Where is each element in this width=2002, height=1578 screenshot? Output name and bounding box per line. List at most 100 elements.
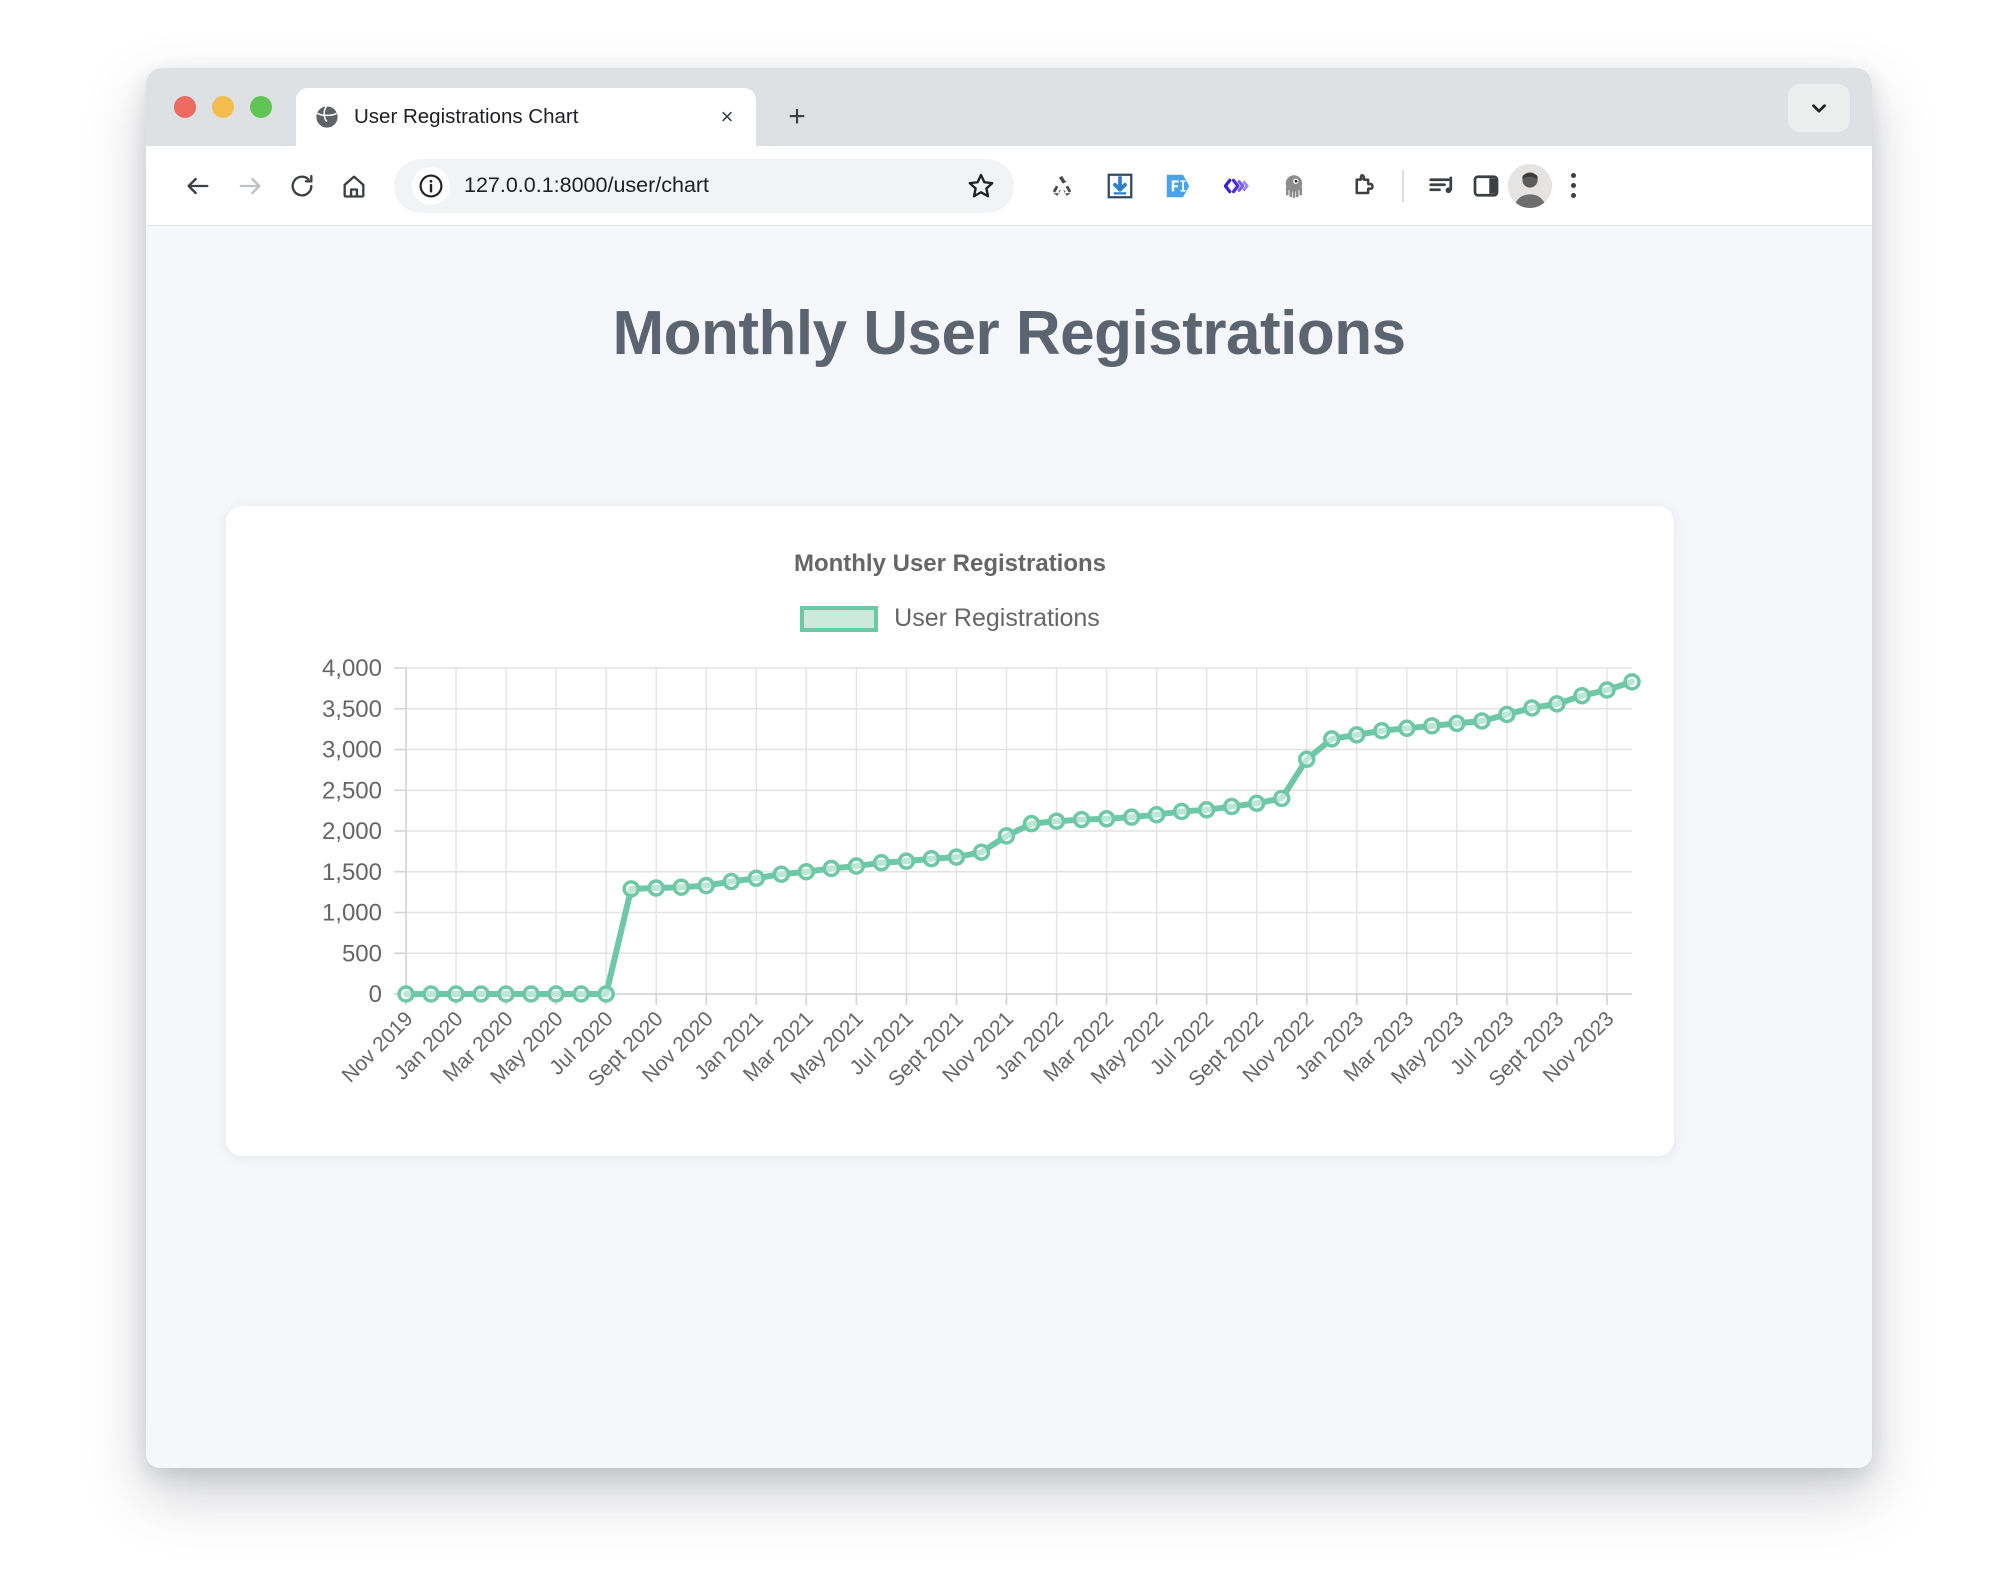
data-point[interactable]	[447, 985, 465, 1003]
data-point[interactable]	[622, 880, 640, 898]
back-arrow-icon[interactable]	[172, 160, 224, 212]
data-point[interactable]	[1297, 750, 1316, 769]
data-point[interactable]	[472, 985, 490, 1003]
data-point[interactable]	[997, 827, 1016, 845]
info-circle-icon[interactable]	[412, 166, 450, 205]
data-point[interactable]	[1623, 673, 1641, 691]
user-avatar[interactable]	[1508, 163, 1552, 208]
tab-strip: User Registrations Chart × +	[146, 68, 1872, 146]
data-point[interactable]	[697, 876, 715, 895]
y-tick-label: 3,000	[322, 737, 382, 764]
data-point[interactable]	[422, 985, 440, 1003]
data-point[interactable]	[1598, 681, 1616, 699]
page-content: Monthly User Registrations Monthly User …	[146, 226, 1872, 1468]
data-point[interactable]	[1498, 705, 1516, 724]
data-point[interactable]	[1047, 812, 1066, 830]
data-point[interactable]	[597, 985, 615, 1003]
y-tick-label: 1,000	[322, 900, 382, 927]
data-point[interactable]	[572, 985, 590, 1003]
browser-window: User Registrations Chart × + 127.0.0.1:8…	[146, 68, 1872, 1468]
data-point[interactable]	[397, 985, 415, 1003]
extension-icons	[1040, 164, 1316, 208]
data-point[interactable]	[647, 879, 665, 897]
y-tick-label: 0	[369, 981, 382, 1008]
y-tick-label: 2,500	[322, 777, 382, 804]
data-points	[397, 673, 1641, 1003]
chart-legend[interactable]: User Registrations	[226, 604, 1674, 633]
data-point[interactable]	[772, 865, 791, 883]
data-point[interactable]	[1323, 730, 1341, 748]
code-chevrons-icon[interactable]	[1214, 164, 1258, 208]
data-point[interactable]	[1373, 722, 1391, 740]
home-icon[interactable]	[328, 160, 380, 212]
octopus-icon[interactable]	[1272, 164, 1316, 208]
data-point[interactable]	[1222, 797, 1241, 816]
reload-icon[interactable]	[276, 160, 328, 212]
y-tick-label: 3,500	[322, 696, 382, 723]
y-tick-label: 500	[342, 940, 382, 967]
y-axis: 0 500 1,000 1,500 2,000 2,500 3,000 3,500 4,000	[322, 655, 407, 1008]
data-point[interactable]	[1072, 810, 1091, 829]
data-point[interactable]	[847, 857, 866, 875]
data-point[interactable]	[1147, 805, 1166, 824]
data-point[interactable]	[972, 843, 991, 861]
data-point[interactable]	[672, 878, 690, 896]
data-point[interactable]	[1398, 719, 1416, 738]
star-icon[interactable]	[958, 163, 1004, 209]
data-point[interactable]	[1272, 789, 1291, 808]
y-tick-label: 2,000	[322, 818, 382, 845]
data-point[interactable]	[1523, 699, 1541, 717]
data-point[interactable]	[1348, 726, 1366, 744]
data-point[interactable]	[947, 848, 966, 866]
data-point[interactable]	[1247, 794, 1266, 813]
data-point[interactable]	[897, 852, 916, 870]
url-text: 127.0.0.1:8000/user/chart	[464, 173, 710, 197]
data-point[interactable]	[872, 854, 891, 872]
minimize-window-button[interactable]	[212, 96, 234, 118]
data-point[interactable]	[497, 985, 515, 1003]
close-icon[interactable]: ×	[712, 102, 742, 132]
data-point[interactable]	[1473, 712, 1491, 730]
toolbar-divider	[1402, 169, 1404, 202]
data-point[interactable]	[547, 985, 565, 1003]
side-panel-icon[interactable]	[1464, 164, 1508, 208]
new-tab-button[interactable]: +	[776, 96, 818, 138]
data-point[interactable]	[1097, 810, 1116, 828]
data-point[interactable]	[1122, 808, 1141, 826]
data-line	[403, 678, 1635, 997]
data-point[interactable]	[1172, 802, 1191, 821]
line-chart-svg: 05001,0001,5002,0002,5003,0003,5004,000 …	[322, 655, 1641, 1091]
download-blue-icon[interactable]	[1098, 164, 1142, 208]
y-tick-label: 1,500	[322, 859, 382, 886]
data-point[interactable]	[1573, 686, 1591, 705]
data-point[interactable]	[1548, 695, 1566, 713]
media-playlist-icon[interactable]	[1420, 164, 1464, 208]
data-point[interactable]	[722, 872, 741, 891]
forward-arrow-icon[interactable]	[224, 160, 276, 212]
data-point[interactable]	[1448, 714, 1466, 733]
traffic-lights	[174, 96, 272, 118]
data-point[interactable]	[1423, 717, 1441, 735]
chart-plot-area[interactable]: 0 500 1,000 1,500 2,000 2,500 3,000 3,500 4,000 …	[226, 654, 1674, 1154]
data-point[interactable]	[922, 849, 941, 868]
maximize-window-button[interactable]	[250, 96, 272, 118]
three-dot-menu-icon[interactable]	[1552, 163, 1594, 209]
chart-title: Monthly User Registrations	[793, 550, 1107, 577]
chart-card: Monthly User Registrations User Registra…	[226, 506, 1674, 1156]
recycle-icon[interactable]	[1040, 164, 1084, 208]
address-bar[interactable]: 127.0.0.1:8000/user/chart	[394, 158, 1014, 213]
menu-dot	[1570, 183, 1576, 188]
data-point[interactable]	[822, 859, 841, 878]
fj-badge-icon[interactable]	[1156, 164, 1200, 208]
close-window-button[interactable]	[174, 96, 196, 118]
menu-dot	[1570, 193, 1576, 198]
browser-tab[interactable]: User Registrations Chart ×	[296, 88, 756, 146]
data-point[interactable]	[1022, 814, 1041, 833]
data-point[interactable]	[747, 869, 766, 888]
data-point[interactable]	[797, 863, 816, 881]
chevron-down-icon[interactable]	[1788, 84, 1850, 132]
puzzle-icon[interactable]	[1342, 164, 1386, 208]
data-point[interactable]	[522, 985, 540, 1003]
globe-icon	[314, 104, 340, 130]
data-point[interactable]	[1197, 801, 1216, 819]
